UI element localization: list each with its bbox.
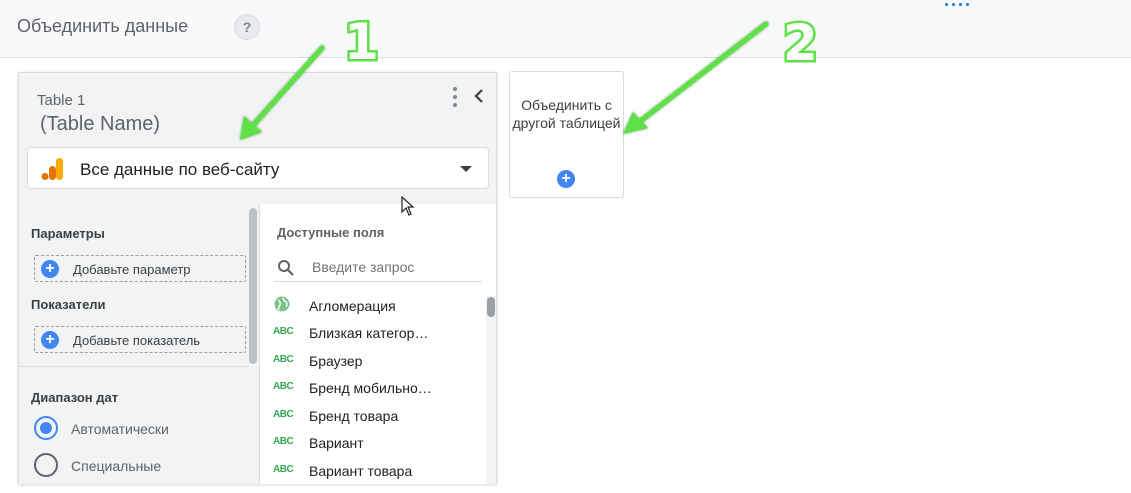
search-icon [277, 259, 295, 277]
data-source-name: Все данные по веб-сайту [80, 160, 280, 179]
radio-custom[interactable] [34, 453, 58, 477]
table-panel-header: Table 1 (Table Name) Все данные по веб-с… [19, 73, 496, 204]
page-header: Объединить данные ? [0, 0, 1131, 58]
radio-custom-label: Специальные [71, 458, 162, 474]
help-icon[interactable]: ? [234, 14, 260, 40]
plus-icon: + [41, 260, 59, 278]
field-label: Вариант товара [309, 463, 413, 479]
date-range-label: Диапазон дат [31, 390, 119, 405]
field-item[interactable]: ABC Близкая категор… [260, 322, 486, 349]
field-item[interactable]: ABC Бренд товара [260, 405, 486, 432]
available-fields-column: Доступные поля Агломерация ABC Близкая к… [259, 204, 496, 484]
text-type-icon: ABC [273, 354, 294, 365]
field-item[interactable]: ABC Вариант [260, 432, 486, 459]
field-label: Браузер [309, 353, 363, 369]
table-name[interactable]: (Table Name) [40, 113, 160, 136]
metrics-label: Показатели [31, 297, 106, 312]
table-label: Table 1 [37, 92, 86, 109]
field-item[interactable]: ABC Браузер [260, 350, 486, 377]
text-type-icon: ABC [273, 381, 294, 392]
available-fields-title: Доступные поля [277, 225, 385, 240]
text-type-icon: ABC [273, 326, 294, 337]
text-type-icon: ABC [273, 464, 294, 475]
more-vert-icon[interactable] [450, 86, 460, 108]
join-table-label: Объединить с другой таблицей [512, 97, 621, 131]
table-panel: Table 1 (Table Name) Все данные по веб-с… [18, 72, 497, 484]
fields-scrollbar-thumb[interactable] [487, 297, 495, 317]
text-type-icon: ABC [273, 409, 294, 420]
fields-scrollbar-track[interactable] [486, 296, 496, 484]
page-title: Объединить данные [17, 16, 189, 36]
more-dots-icon[interactable] [944, 0, 974, 8]
field-label: Бренд товара [309, 408, 399, 424]
join-table-card[interactable]: Объединить с другой таблицей + [509, 71, 624, 198]
add-parameter-label: Добавьте параметр [73, 262, 191, 277]
chevron-left-icon[interactable] [471, 85, 487, 107]
config-column: Параметры + Добавьте параметр Показатели… [19, 204, 259, 484]
annotation-number-1: 1 [342, 12, 382, 73]
field-label: Близкая категор… [309, 325, 429, 341]
add-metric-button[interactable]: + Добавьте показатель [34, 326, 246, 353]
radio-auto-label: Автоматически [71, 421, 169, 437]
left-scrollbar[interactable] [249, 208, 257, 364]
annotation-number-2: 2 [781, 13, 821, 74]
radio-auto[interactable] [34, 416, 58, 440]
field-search-input[interactable] [312, 259, 472, 275]
field-item[interactable]: Агломерация [260, 295, 486, 322]
add-metric-label: Добавьте показатель [73, 333, 201, 348]
search-underline [274, 281, 482, 282]
divider [19, 366, 249, 367]
text-type-icon: ABC [273, 436, 294, 447]
dropdown-arrow-icon [460, 166, 472, 172]
google-analytics-icon [41, 157, 65, 181]
field-label: Вариант [309, 435, 364, 451]
parameters-label: Параметры [31, 226, 105, 241]
field-item[interactable]: ABC Вариант товара [260, 460, 486, 487]
field-label: Бренд мобильно… [309, 380, 432, 396]
data-source-select[interactable]: Все данные по веб-сайту [27, 147, 489, 189]
plus-icon: + [41, 331, 59, 349]
add-parameter-button[interactable]: + Добавьте параметр [34, 255, 246, 282]
plus-icon[interactable]: + [557, 170, 575, 188]
field-item[interactable]: ABC Бренд мобильно… [260, 377, 486, 404]
field-label: Агломерация [309, 298, 396, 314]
globe-icon [274, 296, 290, 312]
mouse-pointer-icon [401, 195, 417, 218]
